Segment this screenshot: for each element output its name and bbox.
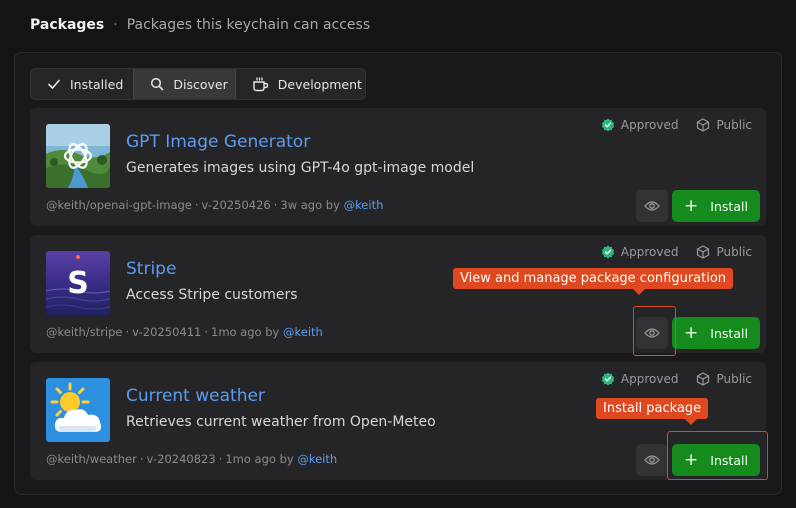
page-subtitle: Packages this keychain can access (126, 17, 371, 33)
public-badge: Public (696, 245, 752, 259)
install-label: Install (710, 325, 748, 341)
package-name[interactable]: Current weather (126, 386, 265, 406)
cube-icon (697, 245, 710, 259)
verified-icon (601, 118, 615, 132)
approved-label: Approved (620, 245, 679, 259)
package-meta: @keith/weather · v-20240823 · 1mo ago by @ke… (46, 452, 338, 466)
approved-label: Approved (620, 372, 679, 386)
tab-development-label: Development (277, 76, 362, 92)
package-badges: Approved Public (601, 372, 752, 386)
public-badge: Public (696, 118, 752, 132)
package-version: v-20250426 (201, 198, 271, 212)
package-meta: @keith/stripe · v-20250411 · 1mo ago by @kei… (46, 325, 323, 339)
tab-bar: Installed Discover Development (30, 68, 366, 100)
package-age: 3w ago by (280, 198, 340, 212)
package-age: 1mo ago by (225, 452, 294, 466)
tab-installed-label: Installed (70, 76, 124, 92)
header-separator: · (113, 17, 118, 33)
package-age: 1mo ago by (211, 325, 280, 339)
package-path: @keith/weather (46, 452, 137, 466)
check-icon (48, 79, 60, 89)
package-badges: Approved Public (601, 118, 752, 132)
package-badges: Approved Public (601, 245, 752, 259)
package-name[interactable]: GPT Image Generator (126, 132, 310, 152)
package-author-link[interactable]: @keith (344, 198, 384, 212)
gpt-image-thumbnail (46, 124, 110, 188)
public-badge: Public (696, 372, 752, 386)
package-path: @keith/stripe (46, 325, 123, 339)
view-config-button[interactable] (636, 190, 668, 222)
plus-icon: + (684, 322, 699, 343)
verified-icon (601, 245, 615, 259)
view-config-button[interactable] (636, 444, 668, 476)
stripe-thumbnail: S (46, 251, 110, 315)
package-description: Generates images using GPT-4o gpt-image … (126, 160, 475, 176)
eye-icon (644, 455, 660, 465)
package-version: v-20250411 (132, 325, 202, 339)
cube-icon (697, 118, 710, 132)
install-button[interactable]: + Install (672, 190, 760, 222)
tab-discover-label: Discover (173, 76, 228, 92)
package-card-weather: Current weather Retrieves current weathe… (30, 362, 766, 480)
public-label: Public (716, 118, 752, 132)
approved-badge: Approved (601, 245, 679, 259)
package-version: v-20240823 (146, 452, 216, 466)
package-meta: @keith/openai-gpt-image · v-20250426 · 3w ag… (46, 198, 384, 212)
tab-installed[interactable]: Installed (31, 69, 133, 99)
package-description: Retrieves current weather from Open-Mete… (126, 414, 436, 430)
view-config-highlight (633, 306, 676, 356)
package-card-gpt-image: GPT Image Generator Generates images usi… (30, 108, 766, 226)
verified-icon (601, 372, 615, 386)
install-button[interactable]: + Install (672, 317, 760, 349)
package-author-link[interactable]: @keith (283, 325, 323, 339)
tab-discover[interactable]: Discover (133, 69, 236, 99)
view-config-callout: View and manage package configuration (453, 268, 734, 295)
tab-development[interactable]: Development (236, 69, 365, 99)
svg-text:S: S (67, 266, 89, 301)
coffee-cup-icon (253, 76, 268, 91)
package-name[interactable]: Stripe (126, 259, 176, 279)
install-label: Install (710, 198, 748, 214)
page-title: Packages (30, 17, 105, 33)
page-header: Packages · Packages this keychain can ac… (30, 15, 370, 35)
approved-badge: Approved (601, 372, 679, 386)
approved-label: Approved (620, 118, 679, 132)
cube-icon (697, 372, 710, 386)
install-highlight (667, 431, 768, 480)
eye-icon (644, 201, 660, 211)
weather-thumbnail (46, 378, 110, 442)
public-label: Public (716, 245, 752, 259)
search-icon (151, 77, 164, 91)
plus-icon: + (684, 195, 699, 216)
approved-badge: Approved (601, 118, 679, 132)
public-label: Public (716, 372, 752, 386)
package-path: @keith/openai-gpt-image (46, 198, 192, 212)
install-callout: Install package (596, 398, 709, 425)
package-author-link[interactable]: @keith (297, 452, 337, 466)
package-description: Access Stripe customers (126, 287, 298, 303)
